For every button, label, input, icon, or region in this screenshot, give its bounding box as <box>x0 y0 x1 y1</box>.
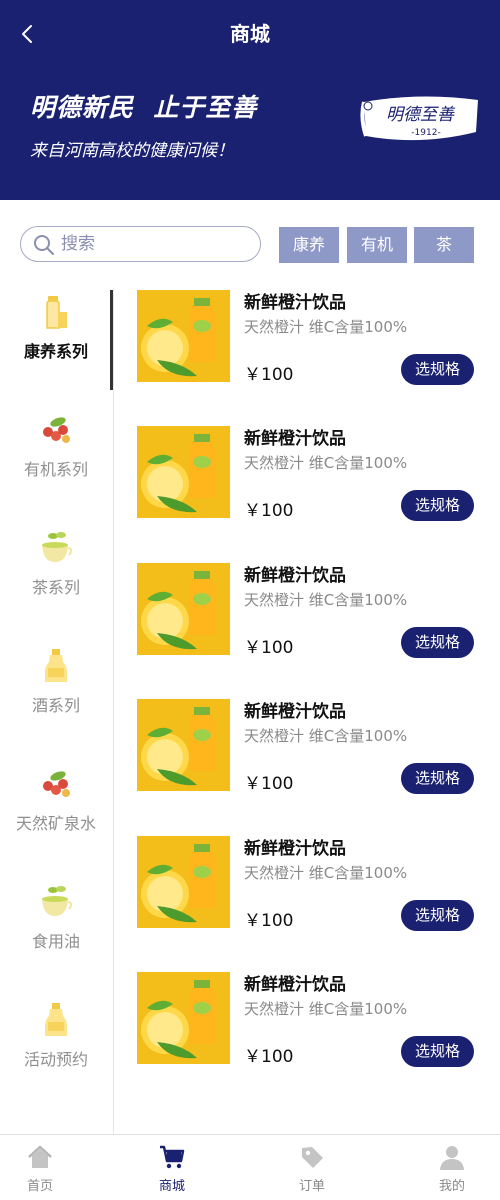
product-price: ￥100 <box>244 638 294 658</box>
product-desc: 天然橙汁 维C含量100% <box>244 727 408 745</box>
category-item-kuangquanshui[interactable]: 天然矿泉水 <box>0 762 112 862</box>
product-price: ￥100 <box>244 774 294 794</box>
filter-tag-kangyang[interactable]: 康养 <box>279 227 339 263</box>
product-desc: 天然橙汁 维C含量100% <box>244 591 408 609</box>
product-card: 新鲜橙汁饮品 天然橙汁 维C含量100% ￥100 选规格 <box>137 561 477 658</box>
category-item-huodongyuyue[interactable]: 活动预约 <box>0 998 112 1098</box>
tag-icon <box>302 1147 323 1168</box>
category-item-shiyongyou[interactable]: 食用油 <box>0 880 112 980</box>
tab-label: 商城 <box>158 1179 185 1194</box>
tab-label: 订单 <box>298 1179 325 1194</box>
user-icon <box>440 1146 464 1170</box>
tab-mall[interactable]: 商城 <box>122 1135 222 1200</box>
product-price: ￥100 <box>244 1047 294 1067</box>
school-seal-logo: 明德至善 -1912- <box>360 96 478 141</box>
category-item-kangyang[interactable]: 康养系列 <box>0 290 113 390</box>
product-name: 新鲜橙汁饮品 <box>244 566 346 586</box>
select-spec-button[interactable]: 选规格 <box>401 627 474 658</box>
product-card: 新鲜橙汁饮品 天然橙汁 维C含量100% ￥100 选规格 <box>137 970 477 1067</box>
search-icon <box>34 235 54 255</box>
select-spec-button[interactable]: 选规格 <box>401 900 474 931</box>
product-price: ￥100 <box>244 365 294 385</box>
filter-tag-cha[interactable]: 茶 <box>414 227 474 263</box>
product-desc: 天然橙汁 维C含量100% <box>244 1000 408 1018</box>
subtitle-text: 来自河南高校的健康问候！ <box>30 141 234 161</box>
tab-label: 首页 <box>26 1179 53 1194</box>
category-sidebar: 康养系列 有机系列 茶系列 酒系列 天然矿泉水 食用油 活动预约 <box>0 288 114 1134</box>
select-spec-button[interactable]: 选规格 <box>401 763 474 794</box>
tab-mine[interactable]: 我的 <box>402 1135 500 1200</box>
tab-home[interactable]: 首页 <box>0 1135 90 1200</box>
cart-icon <box>160 1145 185 1169</box>
category-label: 有机系列 <box>23 460 88 479</box>
product-card: 新鲜橙汁饮品 天然橙汁 维C含量100% ￥100 选规格 <box>137 697 477 794</box>
filter-tag-youji[interactable]: 有机 <box>347 227 407 263</box>
berries-icon <box>43 771 70 797</box>
product-name: 新鲜橙汁饮品 <box>244 293 346 313</box>
category-label: 天然矿泉水 <box>15 814 96 833</box>
seal-year: -1912- <box>411 128 440 138</box>
search-placeholder: 搜索 <box>61 234 95 254</box>
category-label: 酒系列 <box>31 696 80 715</box>
tea-cup-icon <box>42 532 73 562</box>
home-icon <box>28 1145 52 1168</box>
tab-label: 我的 <box>438 1179 465 1194</box>
product-card: 新鲜橙汁饮品 天然橙汁 维C含量100% ￥100 选规格 <box>137 288 477 385</box>
product-card: 新鲜橙汁饮品 天然橙汁 维C含量100% ￥100 选规格 <box>137 834 477 931</box>
category-label: 食用油 <box>31 932 80 951</box>
category-item-jiu[interactable]: 酒系列 <box>0 644 112 744</box>
product-image[interactable] <box>137 426 230 518</box>
seal-text: 明德至善 <box>386 105 456 125</box>
category-item-cha[interactable]: 茶系列 <box>0 526 112 626</box>
category-label: 康养系列 <box>23 342 88 361</box>
product-desc: 天然橙汁 维C含量100% <box>244 454 408 472</box>
product-price: ￥100 <box>244 911 294 931</box>
category-label: 茶系列 <box>31 578 80 597</box>
product-name: 新鲜橙汁饮品 <box>244 975 346 995</box>
product-name: 新鲜橙汁饮品 <box>244 429 346 449</box>
berries-icon <box>43 417 70 443</box>
product-desc: 天然橙汁 维C含量100% <box>244 864 408 882</box>
select-spec-button[interactable]: 选规格 <box>401 354 474 385</box>
select-spec-button[interactable]: 选规格 <box>401 490 474 521</box>
product-image[interactable] <box>137 699 230 791</box>
product-image[interactable] <box>137 563 230 655</box>
product-image[interactable] <box>137 290 230 382</box>
product-name: 新鲜橙汁饮品 <box>244 702 346 722</box>
product-desc: 天然橙汁 维C含量100% <box>244 318 408 336</box>
product-image[interactable] <box>137 972 230 1064</box>
active-indicator <box>110 290 113 390</box>
product-card: 新鲜橙汁饮品 天然橙汁 维C含量100% ￥100 选规格 <box>137 424 477 521</box>
product-price: ￥100 <box>244 501 294 521</box>
page-title: 商城 <box>230 22 270 46</box>
slogan-text: 明德新民 止于至善 <box>30 93 258 122</box>
tab-orders[interactable]: 订单 <box>262 1135 362 1200</box>
select-spec-button[interactable]: 选规格 <box>401 1036 474 1067</box>
category-label: 活动预约 <box>23 1050 88 1069</box>
bottom-tab-bar: 首页 商城 订单 我的 <box>0 1134 500 1200</box>
header-banner: 商城 明德新民 止于至善 来自河南高校的健康问候！ 明德至善 -1912- <box>0 0 500 200</box>
bottle-icon <box>45 649 67 682</box>
product-name: 新鲜橙汁饮品 <box>244 839 346 859</box>
tea-cup-icon <box>42 886 73 916</box>
juice-bottle-icon <box>46 296 67 329</box>
bottle-icon <box>45 1003 67 1036</box>
product-image[interactable] <box>137 836 230 928</box>
search-input[interactable]: 搜索 <box>20 226 261 262</box>
category-item-youji[interactable]: 有机系列 <box>0 408 112 508</box>
